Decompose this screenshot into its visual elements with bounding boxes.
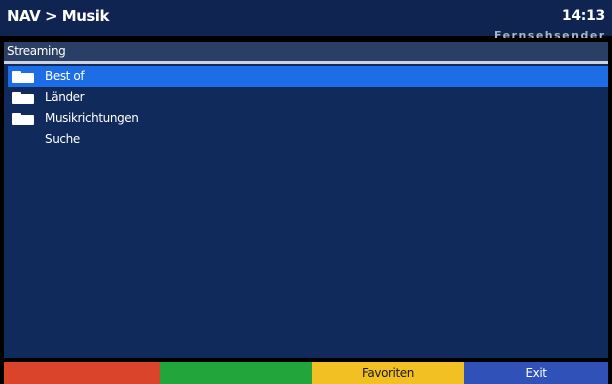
section-title: Streaming — [7, 44, 66, 58]
list-item-suche[interactable]: Suche — [8, 129, 608, 150]
ticker-text: Fernsehsender — [494, 29, 604, 38]
green-key-button[interactable] — [160, 362, 312, 384]
favoriten-button[interactable]: Favoriten — [312, 362, 464, 384]
list-item-best-of[interactable]: Best of — [8, 66, 608, 87]
folder-icon — [12, 113, 34, 125]
list-item-label: Musikrichtungen — [45, 111, 139, 125]
section-divider — [4, 61, 608, 64]
clock: 14:13 — [561, 8, 605, 24]
tv-menu-screen: NAV > Musik 14:13 Fernsehsender Streamin… — [0, 0, 612, 384]
folder-icon — [12, 92, 34, 104]
folder-icon — [12, 71, 34, 83]
menu-list: Best of Länder Musikrichtungen Suche — [8, 66, 608, 150]
function-key-bar: Favoriten Exit — [0, 362, 612, 384]
exit-button[interactable]: Exit — [464, 362, 608, 384]
list-item-label: Suche — [45, 132, 80, 146]
red-key-button[interactable] — [4, 362, 160, 384]
list-item-label: Länder — [45, 90, 85, 104]
main-panel: Streaming Best of Länder Musikrichtungen… — [4, 42, 608, 358]
list-item-label: Best of — [45, 69, 85, 83]
section-header: Streaming — [4, 42, 608, 61]
list-item-laender[interactable]: Länder — [8, 87, 608, 108]
list-item-musikrichtungen[interactable]: Musikrichtungen — [8, 108, 608, 129]
breadcrumb: NAV > Musik — [7, 7, 109, 25]
